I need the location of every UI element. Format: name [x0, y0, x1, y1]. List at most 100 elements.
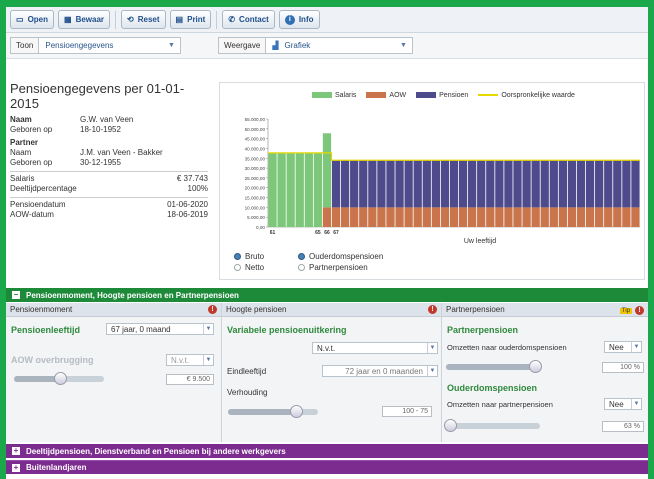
netto-radio[interactable]: Netto — [234, 263, 284, 272]
slider-knob[interactable] — [444, 419, 457, 432]
slider-knob[interactable] — [529, 360, 542, 373]
pensioen-bar — [522, 160, 531, 208]
pensioen-bar — [595, 160, 604, 208]
section-buitenlandjaren-header[interactable]: + Buitenlandjaren — [6, 460, 648, 474]
save-icon: ▦ — [64, 15, 72, 24]
aow-bar — [350, 207, 359, 227]
omzetten-ouderdom-select[interactable]: Nee ▼ — [604, 341, 642, 353]
verhouding-slider[interactable] — [228, 405, 318, 418]
aow-bar — [431, 207, 440, 227]
y-tick-label: 55.000,00 — [245, 117, 266, 122]
aow-bar — [359, 207, 368, 227]
pensioen-bar — [567, 160, 577, 208]
partner-radio[interactable]: Partnerpensioen — [298, 263, 368, 272]
warning-icon: ! — [208, 305, 217, 314]
ouderdomspensioen-slider[interactable] — [444, 419, 540, 432]
reset-icon: ⟲ — [127, 15, 134, 24]
chevron-down-icon: ▼ — [631, 399, 641, 409]
y-tick-label: 15.000,00 — [245, 196, 266, 201]
pensioen-bar — [431, 160, 440, 208]
aow-overbrugging-select: N.v.t. ▼ — [166, 354, 214, 366]
bruto-radio[interactable]: Bruto — [234, 252, 284, 261]
contact-button[interactable]: ✆ Contact — [222, 10, 275, 29]
partnerpensioen-panel: Partnerpensioen Tip! Partnerpensioen Omze… — [442, 303, 648, 442]
chevron-down-icon: ▼ — [631, 342, 641, 352]
folder-icon: ▭ — [16, 15, 24, 24]
aow-bar — [486, 207, 495, 227]
ouderdom-radio[interactable]: Ouderdomspensioen — [298, 252, 383, 261]
slider-knob[interactable] — [290, 405, 303, 418]
pensioen-bar — [413, 160, 422, 208]
aow-bar — [613, 207, 622, 227]
pensioenmoment-panel: Pensioenmoment! Pensioenleeftijd 67 jaar… — [6, 303, 222, 442]
summary-title: Pensioengegevens per 01-01-2015 — [10, 81, 185, 111]
aow-bar — [458, 207, 468, 227]
bewaar-button[interactable]: ▦ Bewaar — [58, 10, 111, 29]
aow-bar — [413, 207, 422, 227]
y-tick-label: 30.000,00 — [245, 166, 266, 171]
pensioen-bar — [613, 160, 622, 208]
separator — [115, 10, 117, 29]
aow-bar — [468, 207, 477, 227]
info-row: Geboren op 30-12-1955 — [10, 158, 121, 167]
aow-bar — [585, 207, 595, 227]
collapse-icon: − — [12, 290, 20, 299]
variabele-uitkering-select[interactable]: N.v.t. ▼ — [312, 342, 438, 354]
chevron-down-icon: ▼ — [400, 42, 407, 49]
print-button[interactable]: ▤ Print — [169, 10, 212, 29]
separator — [216, 10, 218, 29]
y-tick-label: 40.000,00 — [245, 146, 266, 151]
app-window: ▭ Open ▦ Bewaar ⟲ Reset ▤ Print ✆ Contact i In… — [6, 7, 648, 479]
salaris-bar — [268, 152, 277, 227]
omzetten-partner-select[interactable]: Nee ▼ — [604, 398, 642, 410]
pensioen-bar — [449, 160, 459, 208]
y-tick-label: 20.000,00 — [245, 186, 266, 191]
open-button[interactable]: ▭ Open — [10, 10, 55, 29]
aow-bar — [368, 207, 377, 227]
expand-icon: + — [12, 446, 20, 455]
legend-item: AOW — [366, 92, 406, 99]
chart-icon: ▟ — [272, 41, 279, 50]
chevron-down-icon: ▼ — [168, 42, 175, 49]
aow-slider — [14, 372, 104, 385]
section-pensioenmoment-header[interactable]: − Pensioenmoment, Hoogte pensioen en Par… — [6, 288, 648, 302]
radio-icon — [234, 264, 241, 272]
aow-bar — [604, 207, 613, 227]
pensioen-bar — [477, 160, 486, 208]
pension-chart: 55.000,00 50.000,00 45.000,00 40.000,00 35.0… — [245, 117, 640, 245]
x-tick-label: 61 — [270, 230, 276, 236]
chevron-down-icon: ▼ — [427, 343, 437, 353]
pensioen-bar — [622, 160, 631, 208]
radio-icon — [298, 253, 305, 261]
tip-badge[interactable]: Tip — [619, 307, 632, 314]
slider-knob — [54, 372, 67, 385]
y-tick-label: 35.000,00 — [245, 156, 266, 161]
partnerpensioen-slider[interactable] — [446, 360, 542, 373]
section-deeltijdpensioen-header[interactable]: + Deeltijdpensioen, Dienstverband en Pen… — [6, 444, 648, 458]
toolbar: ▭ Open ▦ Bewaar ⟲ Reset ▤ Print ✆ Contact i In… — [6, 7, 648, 33]
pensioen-bar — [340, 160, 350, 208]
divider — [10, 171, 208, 172]
aow-bar — [531, 207, 540, 227]
reset-button[interactable]: ⟲ Reset — [121, 10, 166, 29]
aow-bar — [322, 207, 332, 227]
weergave-select[interactable]: Weergave ▟ Grafiek ▼ — [218, 37, 413, 54]
pensioen-bar — [576, 160, 586, 208]
pensioenleeftijd-select[interactable]: 67 jaar, 0 maand ▼ — [106, 323, 214, 335]
partner-heading: Partner — [10, 138, 39, 147]
pensioen-bar — [486, 160, 495, 208]
toon-select[interactable]: Toon Pensioengegevens ▼ — [10, 37, 181, 54]
chevron-down-icon: ▼ — [427, 366, 437, 376]
aow-bar — [567, 207, 577, 227]
pensioen-bar — [585, 160, 595, 208]
chart-panel: Salaris AOW Pensioen Oorspronkelijke waa… — [219, 82, 645, 280]
aow-bar — [495, 207, 504, 227]
info-button[interactable]: i Info — [278, 10, 320, 29]
aow-bar — [540, 207, 549, 227]
aow-bar — [576, 207, 586, 227]
view-bar: Toon Pensioengegevens ▼ Weergave ▟ Grafie… — [6, 33, 648, 59]
info-row: Salaris € 37.743 — [10, 174, 208, 183]
y-tick-label: 10.000,00 — [245, 205, 266, 210]
aow-bar — [595, 207, 604, 227]
pensioen-bar — [422, 160, 431, 208]
